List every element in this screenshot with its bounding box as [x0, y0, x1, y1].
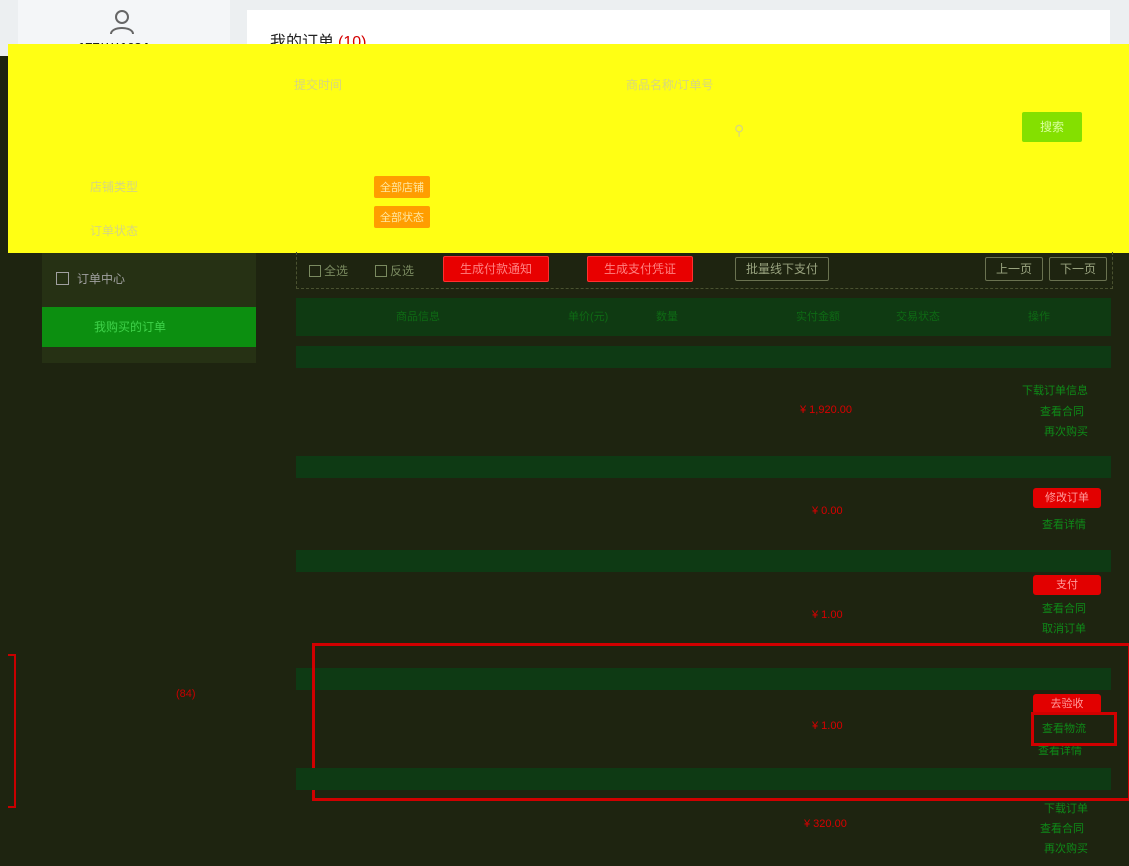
- table-header: 商品信息 单价(元) 数量 实付金额 交易状态 操作: [296, 298, 1111, 336]
- filter-overlay: 提交时间 商品名称/订单号 ⚲ 店铺类型 全部店铺 订单状态 全部状态: [8, 44, 1129, 253]
- view-contract-link[interactable]: 查看合同: [1042, 600, 1086, 616]
- order-price: ¥ 1.00: [812, 609, 843, 621]
- download-order-link[interactable]: 下载订单信息: [1022, 382, 1088, 398]
- buy-again-link[interactable]: 再次购买: [1044, 423, 1088, 439]
- order-price: ¥ 1,920.00: [800, 404, 852, 416]
- checkbox-icon: [56, 272, 69, 285]
- view-contract-link[interactable]: 查看合同: [1040, 403, 1084, 419]
- sidebar-selection-marker: [8, 654, 16, 808]
- all-status-chip[interactable]: 全部状态: [374, 206, 430, 228]
- search-button[interactable]: 搜索: [1022, 112, 1082, 142]
- order-status-label: 订单状态: [90, 224, 139, 238]
- order-group-header: [296, 768, 1111, 790]
- col-price: 单价(元): [568, 311, 609, 323]
- col-qty: 数量: [656, 311, 678, 323]
- col-paid: 实付金额: [796, 311, 840, 323]
- order-group-header: [296, 456, 1111, 478]
- product-label: 商品名称/订单号: [626, 78, 714, 92]
- submit-time-label: 提交时间: [294, 78, 343, 92]
- order-group-header: [296, 550, 1111, 572]
- order-group-header: [296, 346, 1111, 368]
- batch-offline-pay-button[interactable]: 批量线下支付: [735, 257, 830, 281]
- view-contract-link[interactable]: 查看合同: [1040, 820, 1084, 836]
- generate-notice-button[interactable]: 生成付款通知: [443, 256, 550, 282]
- store-type-label: 店铺类型: [90, 180, 139, 194]
- invert-selection-checkbox[interactable]: 反选: [375, 262, 414, 279]
- next-page-button[interactable]: 下一页: [1049, 257, 1108, 281]
- all-stores-chip[interactable]: 全部店铺: [374, 176, 430, 198]
- generate-voucher-button[interactable]: 生成支付凭证: [587, 256, 694, 282]
- select-all-checkbox[interactable]: 全选: [309, 262, 348, 279]
- sidebar-count-badge: (84): [176, 688, 196, 700]
- prev-page-button[interactable]: 上一页: [985, 257, 1044, 281]
- order-toolbar: 全选 反选 生成付款通知 生成支付凭证 批量线下支付 上一页 下一页: [296, 252, 1113, 289]
- download-order-link[interactable]: 下载订单: [1044, 800, 1088, 816]
- view-details-link[interactable]: 查看详情: [1042, 516, 1086, 532]
- search-icon[interactable]: ⚲: [734, 122, 744, 139]
- selected-action-highlight: [1031, 712, 1117, 746]
- order-price: ¥ 0.00: [812, 505, 843, 517]
- col-actions: 操作: [1028, 311, 1050, 323]
- col-product: 商品信息: [396, 311, 440, 323]
- buy-again-link[interactable]: 再次购买: [1044, 840, 1088, 856]
- pay-button[interactable]: 支付: [1033, 575, 1101, 595]
- cancel-order-link[interactable]: 取消订单: [1042, 620, 1086, 636]
- order-price: ¥ 320.00: [804, 818, 847, 830]
- sidebar-item-order-center[interactable]: 订单中心: [56, 270, 125, 287]
- col-status: 交易状态: [896, 311, 940, 323]
- sidebar-item-my-orders[interactable]: 我购买的订单: [42, 307, 256, 347]
- user-avatar-icon[interactable]: [108, 8, 136, 36]
- modify-order-button[interactable]: 修改订单: [1033, 488, 1101, 508]
